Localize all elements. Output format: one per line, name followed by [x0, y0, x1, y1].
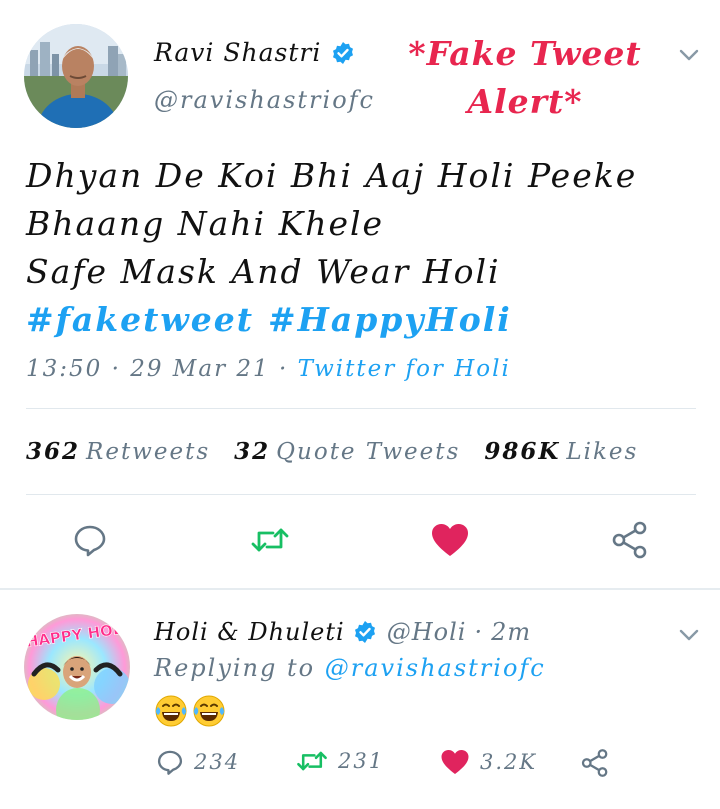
likes-count: 986K — [484, 438, 561, 465]
author-display-name[interactable]: Ravi Shastri — [154, 38, 321, 67]
reply-retweet-button[interactable]: 231 — [296, 748, 384, 774]
author-name-row: Ravi Shastri — [154, 38, 355, 67]
reply-author-handle[interactable]: @Holi — [387, 618, 467, 646]
reply-tweet[interactable]: HAPPY HOLI Holi & Dhuleti @Holi · 2m Rep… — [0, 590, 720, 809]
reply-button[interactable] — [70, 520, 110, 560]
quote-tweets-stat[interactable]: 32 Quote Tweets — [234, 438, 484, 465]
tweet-source-link[interactable]: Twitter for Holi — [298, 356, 511, 382]
reply-count: 234 — [194, 750, 241, 774]
hashtag-link[interactable]: #HappyHoli — [268, 300, 512, 339]
tweet-line-1: Dhyan De Koi Bhi Aaj Holi Peeke — [26, 156, 638, 195]
likes-label: Likes — [566, 439, 639, 465]
author-handle[interactable]: @ravishastriofc — [154, 86, 375, 114]
main-tweet: Ravi Shastri @ravishastriofc *Fake Tweet… — [0, 0, 720, 590]
tweet-line-2: Bhaang Nahi Khele — [26, 204, 385, 243]
reply-icon — [74, 525, 106, 557]
reply-icon — [157, 750, 183, 775]
tears-of-joy-emoji-icon — [193, 695, 225, 727]
retweet-button[interactable] — [248, 520, 292, 560]
chevron-down-icon[interactable] — [678, 624, 700, 646]
reply-author-name[interactable]: Holi & Dhuleti — [154, 618, 345, 646]
like-icon-filled — [432, 524, 468, 556]
tweet-stats: 362 Retweets 32 Quote Tweets 986K Likes — [26, 438, 638, 465]
retweet-count: 231 — [338, 749, 385, 773]
divider — [26, 408, 696, 409]
meta-separator: · — [474, 618, 484, 646]
author-avatar[interactable] — [24, 24, 128, 128]
verified-badge-icon — [354, 621, 375, 643]
avatar-photo — [24, 24, 128, 128]
reply-author-row: Holi & Dhuleti @Holi · 2m — [154, 618, 531, 646]
reply-text — [154, 694, 226, 728]
reply-author-avatar[interactable]: HAPPY HOLI — [24, 614, 130, 720]
tweet-date[interactable]: 29 Mar 21 — [130, 356, 269, 382]
like-button[interactable] — [428, 519, 472, 561]
reply-time: 2m — [491, 618, 532, 646]
divider — [26, 494, 696, 495]
reply-reply-button[interactable]: 234 — [156, 748, 240, 776]
like-count: 3.2K — [480, 750, 538, 774]
retweets-stat[interactable]: 362 Retweets — [26, 438, 234, 465]
retweet-icon — [297, 751, 327, 771]
tweet-meta: 13:50 · 29 Mar 21 · Twitter for Holi — [26, 356, 511, 382]
quote-tweets-count: 32 — [234, 438, 271, 465]
fake-tweet-alert-label: *Fake Tweet Alert* — [408, 34, 642, 121]
like-icon-filled — [441, 750, 469, 774]
hashtag-row: #faketweet #HappyHoli — [26, 296, 637, 344]
hashtag-link[interactable]: #faketweet — [26, 300, 254, 339]
reply-share-button[interactable] — [580, 748, 620, 778]
likes-stat[interactable]: 986K Likes — [484, 438, 639, 465]
share-icon — [612, 521, 647, 559]
chevron-down-icon[interactable] — [678, 44, 700, 66]
replying-to-handle-link[interactable]: @ravishastriofc — [325, 654, 546, 682]
tweet-text: Dhyan De Koi Bhi Aaj Holi Peeke Bhaang N… — [26, 152, 637, 344]
verified-badge-icon — [333, 41, 354, 64]
reply-like-button[interactable]: 3.2K — [440, 748, 537, 776]
meta-separator: · — [111, 356, 121, 382]
quote-tweets-label: Quote Tweets — [276, 439, 461, 465]
replying-to-line: Replying to @ravishastriofc — [154, 654, 546, 682]
retweet-icon — [251, 528, 289, 552]
replying-to-prefix: Replying to — [154, 654, 316, 682]
happy-holi-avatar-image: HAPPY HOLI — [24, 614, 130, 720]
meta-separator: · — [278, 356, 289, 382]
tweet-line-3: Safe Mask And Wear Holi — [26, 252, 501, 291]
tears-of-joy-emoji-icon — [155, 695, 187, 727]
share-icon — [581, 749, 608, 777]
share-button[interactable] — [608, 518, 652, 562]
retweets-label: Retweets — [86, 439, 211, 465]
tweet-time: 13:50 — [26, 356, 103, 382]
retweets-count: 362 — [26, 438, 81, 465]
